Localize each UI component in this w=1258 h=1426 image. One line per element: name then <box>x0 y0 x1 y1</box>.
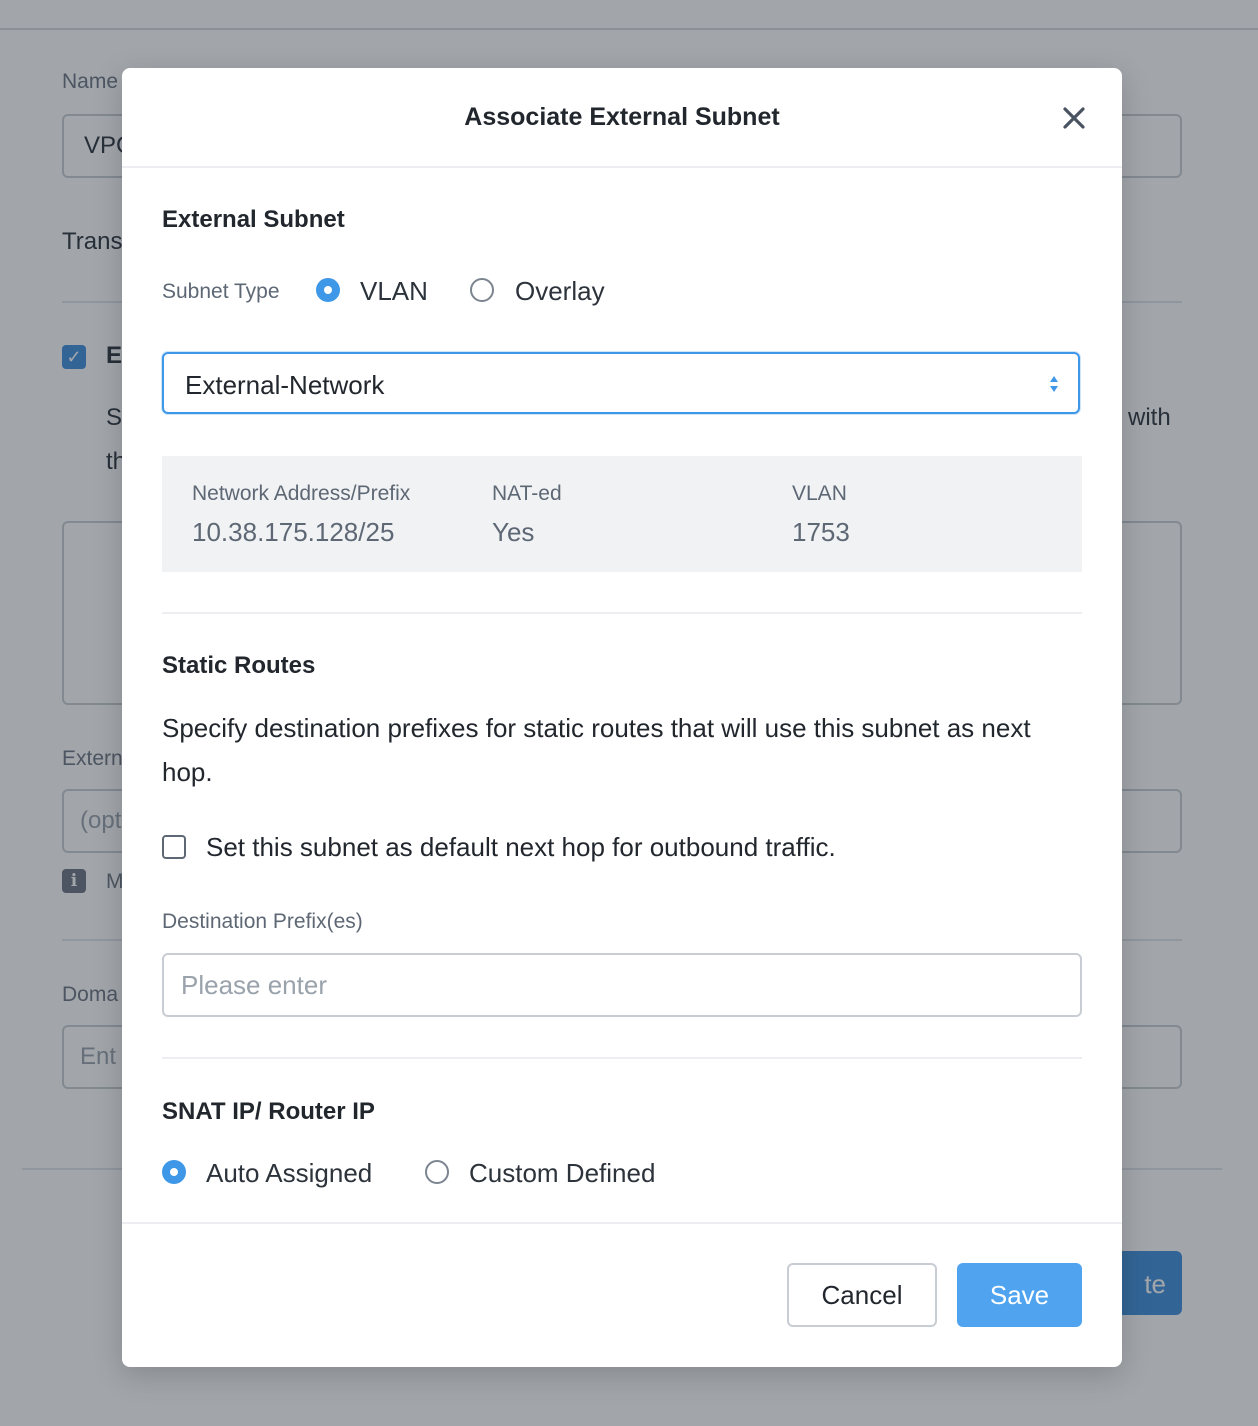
subnet-details-panel: Network Address/Prefix 10.38.175.128/25 … <box>162 456 1082 572</box>
sort-arrows-icon <box>1050 376 1058 392</box>
default-next-hop-label[interactable]: Set this subnet as default next hop for … <box>206 832 836 863</box>
subnet-type-label: Subnet Type <box>162 280 280 303</box>
address-header: Network Address/Prefix <box>192 482 411 505</box>
vlan-value: 1753 <box>792 517 850 547</box>
auto-assigned-label[interactable]: Auto Assigned <box>206 1158 372 1189</box>
nat-header: NAT-ed <box>492 482 562 505</box>
associate-external-subnet-modal: Associate External Subnet External Subne… <box>122 68 1122 1367</box>
select-value: External-Network <box>185 370 385 400</box>
destination-prefix-input[interactable] <box>162 953 1082 1017</box>
default-next-hop-checkbox[interactable] <box>162 835 186 859</box>
vlan-radio[interactable] <box>316 278 340 302</box>
save-button[interactable]: Save <box>957 1263 1082 1327</box>
custom-defined-label[interactable]: Custom Defined <box>469 1158 655 1189</box>
modal-header: Associate External Subnet <box>122 68 1122 168</box>
cancel-button[interactable]: Cancel <box>787 1263 937 1327</box>
address-value: 10.38.175.128/25 <box>192 517 395 547</box>
vlan-header: VLAN <box>792 482 847 505</box>
modal-title: Associate External Subnet <box>464 103 780 131</box>
snat-heading: SNAT IP/ Router IP <box>162 1098 375 1125</box>
external-network-select[interactable]: External-Network <box>162 352 1080 414</box>
destination-prefix-label: Destination Prefix(es) <box>162 910 363 933</box>
close-icon[interactable] <box>1058 102 1090 134</box>
auto-assigned-radio[interactable] <box>162 1160 186 1184</box>
external-subnet-heading: External Subnet <box>162 206 345 233</box>
static-routes-description: Specify destination prefixes for static … <box>162 713 1031 787</box>
vlan-radio-label[interactable]: VLAN <box>360 276 428 307</box>
section-divider <box>162 612 1082 614</box>
overlay-radio[interactable] <box>470 278 494 302</box>
static-routes-heading: Static Routes <box>162 652 316 679</box>
nat-value: Yes <box>492 517 535 547</box>
footer-divider <box>122 1222 1122 1224</box>
section-divider <box>162 1057 1082 1059</box>
overlay-radio-label[interactable]: Overlay <box>515 276 605 307</box>
custom-defined-radio[interactable] <box>425 1160 449 1184</box>
